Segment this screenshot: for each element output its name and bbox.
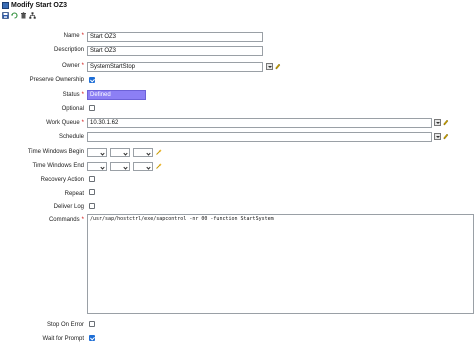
deliver-log-checkbox[interactable] [89,203,95,209]
time-end-clear-icon[interactable] [156,163,162,169]
stop-on-error-label-row: Stop On Error [0,322,84,328]
description-input[interactable]: Start OZ3 [87,46,263,56]
status-label-row: Status * [0,92,84,98]
toolbar [2,11,36,19]
stop-on-error-label: Stop On Error [46,322,84,328]
recovery-action-checkbox[interactable] [89,176,95,182]
owner-dropdown-button[interactable] [266,63,273,70]
schedule-input[interactable] [87,132,432,142]
deliver-log-label: Deliver Log [53,204,84,210]
time-windows-begin-label-row: Time Windows Begin [0,149,84,155]
wait-for-prompt-label: Wait for Prompt [42,336,84,342]
status-label: Status [62,92,80,98]
time-begin-clear-icon[interactable] [156,149,162,155]
window-titlebar: Modify Start OZ3 [0,0,474,10]
commands-textarea[interactable]: /usr/sap/hostctrl/exe/sapcontrol -nr 00 … [87,214,474,314]
time-begin-hour-select[interactable] [110,148,130,157]
name-required-marker: * [81,33,84,39]
schedule-label-row: Schedule [0,134,84,140]
repeat-label-row: Repeat [0,191,84,197]
recovery-action-label: Recovery Action [40,177,84,183]
work-queue-edit-icon[interactable] [443,119,449,126]
preserve-ownership-label: Preserve Ownership [29,77,84,83]
stop-on-error-checkbox[interactable] [89,321,95,327]
commands-required-marker: * [81,217,84,223]
schedule-dropdown-button[interactable] [434,133,441,140]
time-windows-end-label-row: Time Windows End [0,163,84,169]
optional-label-row: Optional [0,106,84,112]
optional-label: Optional [61,106,84,112]
refresh-icon[interactable] [11,11,18,19]
description-label-row: Description [0,47,84,53]
work-queue-label: Work Queue [46,120,80,126]
optional-checkbox[interactable] [89,105,95,111]
preserve-ownership-label-row: Preserve Ownership [0,77,84,83]
commands-label: Commands [48,217,80,223]
recovery-action-label-row: Recovery Action [0,177,84,183]
status-required-marker: * [81,92,84,98]
commands-label-row: Commands * [0,217,84,223]
owner-label-row: Owner * [0,63,84,69]
work-queue-input[interactable]: 10.30.1.62 [87,118,432,128]
save-icon[interactable] [2,11,9,19]
wait-for-prompt-label-row: Wait for Prompt [0,336,84,342]
work-queue-required-marker: * [81,120,84,126]
deliver-log-label-row: Deliver Log [0,204,84,210]
window-title: Modify Start OZ3 [11,1,68,9]
owner-input[interactable]: SystemStartStop [87,62,263,72]
time-end-hour-select[interactable] [110,162,130,171]
app-icon [2,1,9,9]
delete-icon[interactable] [20,11,27,19]
owner-label: Owner [61,63,80,69]
wait-for-prompt-checkbox[interactable] [89,335,95,341]
preserve-ownership-checkbox[interactable] [89,77,95,83]
time-begin-minute-select[interactable] [133,148,153,157]
time-end-day-select[interactable] [87,162,107,171]
time-begin-day-select[interactable] [87,148,107,157]
schedule-label: Schedule [58,134,84,140]
status-field[interactable]: Defined [87,90,146,100]
time-windows-begin-label: Time Windows Begin [27,149,84,155]
schedule-edit-icon[interactable] [443,133,449,140]
work-queue-label-row: Work Queue * [0,120,84,126]
hierarchy-icon[interactable] [29,11,36,19]
work-queue-dropdown-button[interactable] [434,119,441,126]
name-label: Name [63,33,80,39]
owner-required-marker: * [81,63,84,69]
repeat-checkbox[interactable] [89,189,95,195]
description-label: Description [53,47,84,53]
name-input[interactable]: Start OZ3 [87,32,263,42]
name-label-row: Name * [0,33,84,39]
time-windows-end-label: Time Windows End [32,163,84,169]
owner-edit-icon[interactable] [275,63,281,70]
repeat-label: Repeat [64,191,84,197]
time-end-minute-select[interactable] [133,162,153,171]
